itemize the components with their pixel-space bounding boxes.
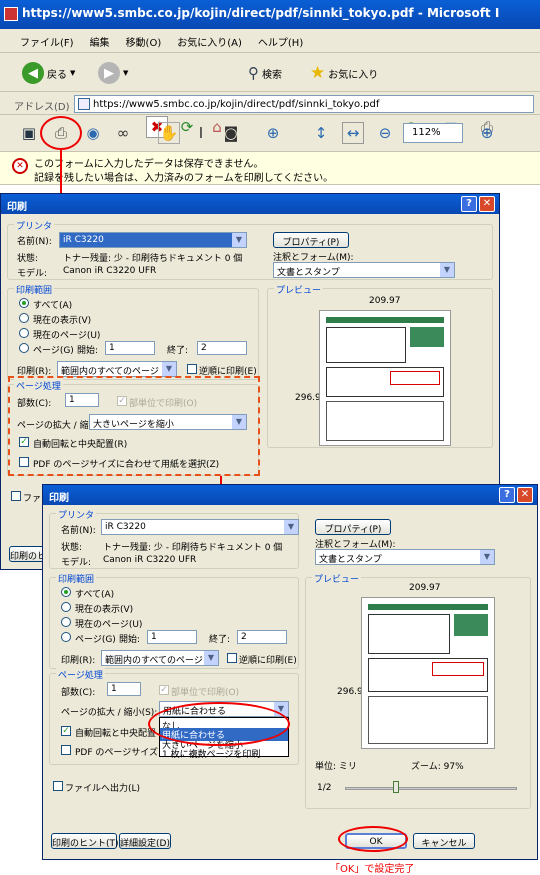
reverse-checkbox[interactable] [227,653,237,663]
print-subset-select[interactable]: 範囲内のすべてのページ [101,650,219,666]
print-to-file-checkbox[interactable] [11,491,21,501]
back-button[interactable]: ◀ 戻る ▼ [22,60,75,86]
page-slider[interactable] [345,787,517,790]
zoom-in-tool-icon[interactable]: ⊕ [262,122,284,144]
properties-button[interactable]: プロパティ(P) [315,519,391,535]
forward-button[interactable]: ▶ ▼ [98,60,128,86]
star-icon: ★ [310,63,326,83]
end-page-input[interactable]: 2 [237,630,287,644]
advanced-button[interactable]: 詳細設定(D) [119,833,171,849]
range-pages-radio[interactable] [61,632,71,642]
scaling-highlight-circle [148,702,290,746]
comments-select[interactable]: 文書とスタンプ [315,549,495,565]
fit-width-icon[interactable]: ↔ [342,122,364,144]
unit-label: 単位: ミリ [315,762,357,772]
page-counter: 1/2 [317,783,332,793]
option-multiple-pages[interactable]: 1 枚に複数ページを印刷 [162,747,260,760]
menu-file[interactable]: ファイル(F) [20,34,74,52]
forward-arrow-icon: ▶ [98,62,120,84]
autorotate-checkbox[interactable]: ✓ [61,726,71,736]
ie-icon [4,7,18,21]
browser-title: https://www5.smbc.co.jp/kojin/direct/pdf… [22,6,500,20]
handling-highlight-box [8,376,260,476]
help-icon[interactable]: ? [499,487,515,503]
select-text-icon[interactable]: I [190,122,212,144]
range-pages-radio[interactable] [19,343,29,353]
menu-bar: ファイル(F) 編集 移動(O) お気に入り(A) ヘルプ(H) [0,29,540,53]
preview-width: 209.97 [369,296,401,306]
zoom-in-icon[interactable]: ⊕ [476,122,498,144]
favorites-button[interactable]: ★ お気に入り [310,60,378,86]
zoom-label: ズーム: 97% [411,762,464,772]
print-subset-select[interactable]: 範囲内のすべてのページ [57,361,177,377]
collate-checkbox[interactable]: ✓ [159,685,169,695]
info-line-2: 記録を残したい場合は、入力済みのフォームを印刷してください。 [34,173,334,184]
printer-name-select[interactable]: iR C3220 [101,519,299,535]
zoom-select[interactable]: 112% [403,123,463,143]
preview-page [361,597,495,749]
zoom-out-icon[interactable]: ⊖ [374,122,396,144]
properties-button[interactable]: プロパティ(P) [273,232,349,248]
address-bar: アドレス(D) https://www5.smbc.co.jp/kojin/di… [0,93,540,115]
print-dialog-2: 印刷 ? ✕ プリンタ 名前(N): iR C3220 プロパティ(P) 状態:… [42,484,538,860]
dialog1-title-bar: 印刷 ? ✕ [1,194,499,214]
hint-button[interactable]: 印刷のヒ [9,546,46,562]
preview-page [319,310,451,446]
address-input[interactable]: https://www5.smbc.co.jp/kojin/direct/pdf… [74,95,534,113]
back-arrow-icon: ◀ [22,62,44,84]
menu-favorites[interactable]: お気に入り(A) [177,34,242,52]
range-all-radio[interactable] [19,298,29,308]
print-to-file-checkbox[interactable] [53,781,63,791]
standard-toolbar: ◀戻る▼ ▶▼ ✖ ⟳ ⌂ ⚲検索 ★お気に入り ◷ ✉ ⎙ [0,54,540,138]
find-binoculars-icon[interactable]: ∞ [112,122,134,144]
preview-width: 209.97 [409,583,441,593]
info-line-1: このフォームに入力したデータは保存できません。 [34,159,264,170]
start-page-input[interactable]: 1 [105,341,155,355]
comments-select[interactable]: 文書とスタンプ [273,262,455,278]
model-value: Canon iR C3220 UFR [63,266,157,276]
ok-highlight-circle [338,826,408,852]
range-all-radio[interactable] [61,587,71,597]
close-icon[interactable]: ✕ [517,487,533,503]
browser-title-bar: https://www5.smbc.co.jp/kojin/direct/pdf… [0,0,540,29]
info-bar: このフォームに入力したデータは保存できません。 記録を残したい場合は、入力済みの… [0,152,540,185]
search-button[interactable]: ⚲ 検索 [248,60,282,86]
name-label: 名前(N): [17,237,52,247]
page-icon [78,98,90,110]
cancel-button[interactable]: キャンセル [413,833,475,849]
reverse-checkbox[interactable] [187,364,197,374]
hand-tool-icon[interactable]: ✋ [158,122,180,144]
save-icon[interactable]: ▣ [18,122,40,144]
model-label: モデル: [17,269,48,279]
print-highlight-circle [40,116,82,150]
close-icon[interactable]: ✕ [479,196,495,212]
email-icon[interactable]: ◉ [82,122,104,144]
menu-help[interactable]: ヘルプ(H) [258,34,303,52]
range-page-radio[interactable] [61,617,71,627]
printer-name-select[interactable]: iR C3220 [59,232,247,248]
annotation-text: 「OK」で設定完了 [330,864,415,875]
copies-input[interactable]: 1 [107,682,141,696]
menu-go[interactable]: 移動(O) [126,34,162,52]
end-page-input[interactable]: 2 [197,341,247,355]
address-label: アドレス(D) [14,102,70,113]
dialog2-title-bar: 印刷 ? ✕ [43,485,537,505]
start-page-input[interactable]: 1 [147,630,197,644]
range-view-radio[interactable] [61,602,71,612]
fit-page-icon[interactable]: ↕ [310,122,332,144]
status-value: トナー残量: 少 - 印刷待ちドキュメント 0 個 [63,254,243,264]
menu-edit[interactable]: 編集 [90,34,110,52]
search-icon: ⚲ [248,64,259,82]
help-icon[interactable]: ? [461,196,477,212]
range-page-radio[interactable] [19,328,29,338]
range-view-radio[interactable] [19,313,29,323]
page-slider-thumb[interactable] [393,781,399,793]
no-save-icon: ✕ [12,158,28,174]
paper-by-pdf-checkbox[interactable] [61,745,71,755]
status-label: 状態: [17,254,39,264]
hint-button[interactable]: 印刷のヒント(T) [51,833,119,849]
snapshot-icon[interactable]: ◙ [220,122,242,144]
